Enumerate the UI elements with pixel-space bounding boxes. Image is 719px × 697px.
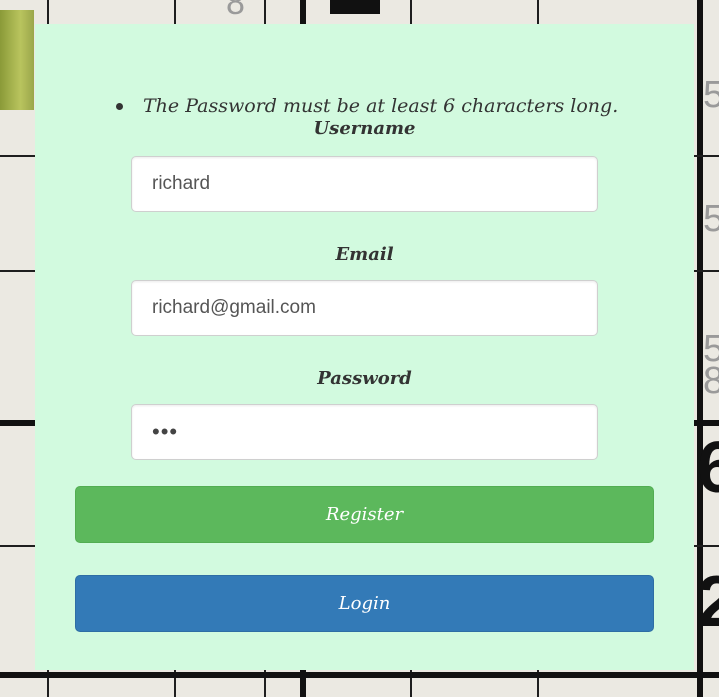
- password-input[interactable]: [131, 404, 598, 460]
- validation-message-text: The Password must be at least 6 characte…: [143, 95, 619, 117]
- email-label: Email: [335, 244, 394, 265]
- grid-line: [0, 672, 719, 678]
- username-input[interactable]: [131, 156, 598, 212]
- validation-message: The Password must be at least 6 characte…: [116, 93, 619, 119]
- bullet-icon: [116, 103, 123, 110]
- board-digit: 5: [703, 74, 719, 116]
- board-digit: 8: [703, 360, 719, 402]
- leaf-decoration: [0, 10, 34, 110]
- board-digit: 6: [697, 428, 719, 508]
- email-input[interactable]: [131, 280, 598, 336]
- board-digit: 8: [226, 0, 245, 22]
- grid-block: [330, 0, 380, 14]
- login-button[interactable]: Login: [75, 575, 654, 632]
- username-label: Username: [313, 118, 416, 139]
- password-label: Password: [317, 368, 412, 389]
- register-button[interactable]: Register: [75, 486, 654, 543]
- board-digit: 5: [703, 198, 719, 240]
- register-form-card: The Password must be at least 6 characte…: [35, 24, 694, 670]
- board-digit: 2: [697, 562, 719, 642]
